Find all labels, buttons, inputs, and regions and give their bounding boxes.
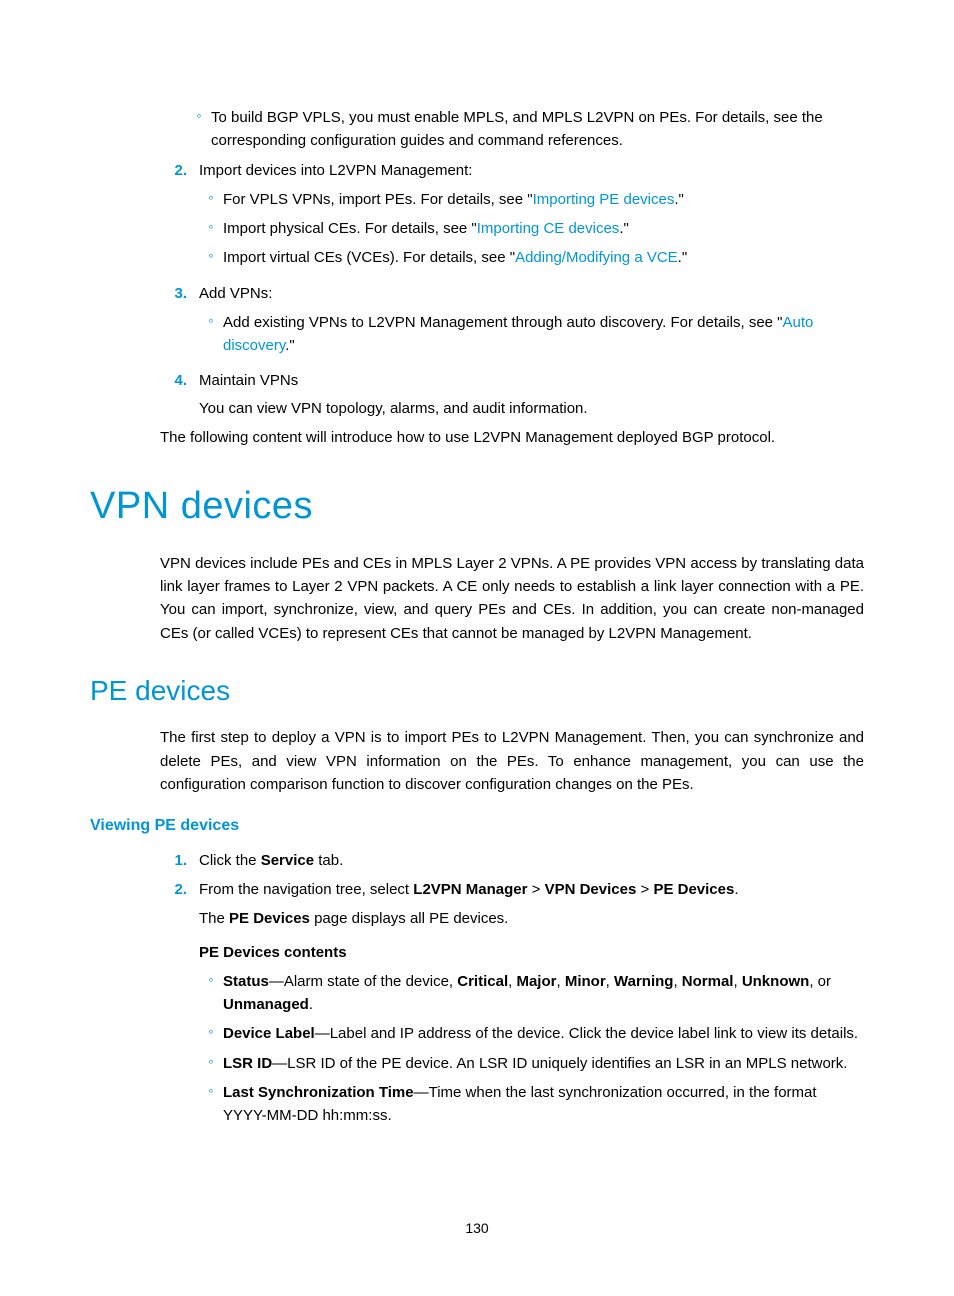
step1-subitem: ∘ To build BGP VPLS, you must enable MPL… (187, 106, 864, 153)
text: . (734, 881, 738, 898)
circle-bullet-icon: ∘ (199, 311, 223, 358)
step-number: 1. (155, 849, 199, 872)
bold-text: Device Label (223, 1025, 315, 1042)
link-adding-modifying-vce[interactable]: Adding/Modifying a VCE (515, 249, 678, 266)
text: . (309, 996, 313, 1013)
pe-devices-paragraph: The first step to deploy a VPN is to imp… (160, 726, 864, 796)
text: The (199, 910, 229, 927)
text: ." (619, 220, 629, 237)
page-number: 130 (0, 1218, 954, 1240)
text: page displays all PE devices. (310, 910, 508, 927)
step1-sub-text: To build BGP VPLS, you must enable MPLS,… (211, 106, 864, 153)
step3-sub1: ∘ Add existing VPNs to L2VPN Management … (199, 311, 864, 358)
circle-bullet-icon: ∘ (199, 1052, 223, 1075)
text: ." (674, 191, 684, 208)
step-number: 4. (155, 369, 199, 420)
circle-bullet-icon: ∘ (199, 188, 223, 211)
text: ." (678, 249, 688, 266)
bold-text: Service (261, 852, 314, 869)
page: ∘ To build BGP VPLS, you must enable MPL… (0, 0, 954, 1296)
bold-text: VPN Devices (545, 881, 637, 898)
text: ." (285, 337, 295, 354)
text: Add existing VPNs to L2VPN Management th… (223, 314, 783, 331)
circle-bullet-icon: ∘ (199, 246, 223, 269)
bold-text: Last Synchronization Time (223, 1084, 414, 1101)
text: Click the (199, 852, 261, 869)
view-step-2: 2. From the navigation tree, select L2VP… (155, 878, 864, 1133)
step-4: 4. Maintain VPNs You can view VPN topolo… (155, 369, 864, 420)
bold-text: Warning (614, 973, 673, 990)
step-2-title: Import devices into L2VPN Management: (199, 159, 864, 182)
bold-text: Normal (682, 973, 734, 990)
link-importing-ce-devices[interactable]: Importing CE devices (477, 220, 620, 237)
step-3-title: Add VPNs: (199, 282, 864, 305)
bold-text: LSR ID (223, 1055, 272, 1072)
text: , (556, 973, 564, 990)
step-number: 2. (155, 878, 199, 1133)
step-4-desc: You can view VPN topology, alarms, and a… (199, 397, 864, 420)
circle-bullet-icon: ∘ (199, 1081, 223, 1128)
step-number: 2. (155, 159, 199, 276)
text: , (606, 973, 614, 990)
circle-bullet-icon: ∘ (187, 106, 211, 153)
text: > (636, 881, 653, 898)
view-step-1: 1. Click the Service tab. (155, 849, 864, 872)
text: > (527, 881, 544, 898)
bold-text: PE Devices (229, 910, 310, 927)
contents-lsr-id: ∘ LSR ID—LSR ID of the PE device. An LSR… (199, 1052, 864, 1075)
bold-text: PE Devices (653, 881, 734, 898)
bold-text: Critical (457, 973, 508, 990)
contents-last-sync: ∘ Last Synchronization Time—Time when th… (199, 1081, 864, 1128)
bold-text: L2VPN Manager (413, 881, 527, 898)
text: —Label and IP address of the device. Cli… (315, 1025, 858, 1042)
circle-bullet-icon: ∘ (199, 970, 223, 1017)
text: , (673, 973, 681, 990)
bold-text: Unknown (742, 973, 810, 990)
heading-vpn-devices: VPN devices (90, 477, 864, 536)
circle-bullet-icon: ∘ (199, 217, 223, 240)
text: Import physical CEs. For details, see " (223, 220, 477, 237)
bold-text: Minor (565, 973, 606, 990)
pe-devices-contents-title: PE Devices contents (199, 941, 864, 964)
heading-viewing-pe-devices: Viewing PE devices (90, 814, 864, 839)
step-number: 3. (155, 282, 199, 364)
text: From the navigation tree, select (199, 881, 413, 898)
step-3: 3. Add VPNs: ∘ Add existing VPNs to L2VP… (155, 282, 864, 364)
link-importing-pe-devices[interactable]: Importing PE devices (533, 191, 675, 208)
text: —LSR ID of the PE device. An LSR ID uniq… (272, 1055, 847, 1072)
bold-text: Major (516, 973, 556, 990)
heading-pe-devices: PE devices (90, 669, 864, 712)
bold-text: Status (223, 973, 269, 990)
text: , or (809, 973, 831, 990)
bold-text: Unmanaged (223, 996, 309, 1013)
step-2: 2. Import devices into L2VPN Management:… (155, 159, 864, 276)
contents-status: ∘ Status—Alarm state of the device, Crit… (199, 970, 864, 1017)
step2-sub3: ∘ Import virtual CEs (VCEs). For details… (199, 246, 864, 269)
text: , (733, 973, 741, 990)
circle-bullet-icon: ∘ (199, 1022, 223, 1045)
contents-device-label: ∘ Device Label—Label and IP address of t… (199, 1022, 864, 1045)
text: tab. (314, 852, 343, 869)
text: For VPLS VPNs, import PEs. For details, … (223, 191, 533, 208)
closing-paragraph: The following content will introduce how… (160, 426, 864, 449)
text: Import virtual CEs (VCEs). For details, … (223, 249, 515, 266)
step-4-title: Maintain VPNs (199, 369, 864, 392)
vpn-devices-paragraph: VPN devices include PEs and CEs in MPLS … (160, 552, 864, 645)
text: —Alarm state of the device, (269, 973, 457, 990)
step2-sub2: ∘ Import physical CEs. For details, see … (199, 217, 864, 240)
step2-sub1: ∘ For VPLS VPNs, import PEs. For details… (199, 188, 864, 211)
